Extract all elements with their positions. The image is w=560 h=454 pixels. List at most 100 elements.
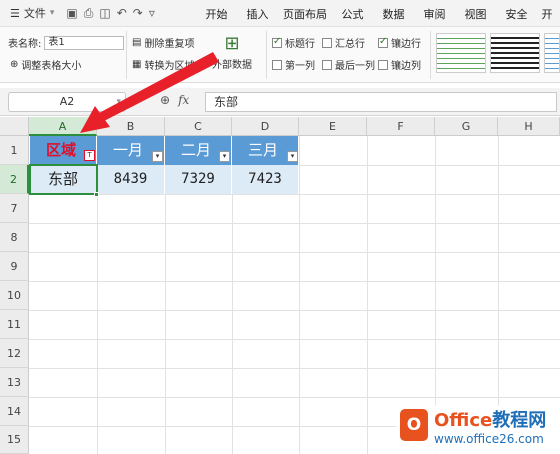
convert-icon: ▦ [132,59,142,70]
column-header[interactable]: D [232,117,299,136]
tab-formulas[interactable]: 公式 [332,6,373,22]
checkbox-icon[interactable] [322,59,332,70]
gridline [29,397,560,398]
fill-handle[interactable] [94,192,99,197]
banded-rows-label: 镶边行 [391,39,421,50]
remove-duplicates-button[interactable]: ▤ 删除重复项 [132,35,194,50]
header-label: 区域 [46,141,77,159]
table-style-blue[interactable] [544,33,560,73]
convert-to-range-button[interactable]: ▦ 转换为区域 [132,57,194,72]
ribbon-divider [266,31,267,79]
row-header[interactable]: 11 [0,310,29,339]
first-column-label: 第一列 [285,61,315,72]
gridline [29,310,560,311]
name-box[interactable]: A2 ▾ [8,92,126,112]
checkbox-icon[interactable] [378,36,388,48]
checkbox-icon[interactable] [272,59,282,70]
banded-rows-checkbox[interactable]: 镶边行 [378,35,421,50]
row-header[interactable]: 8 [0,223,29,252]
file-menu-label[interactable]: 文件 [24,5,46,21]
file-menu[interactable]: ☰ 文件 ▾ [0,5,54,21]
header-label: 二月 [181,141,212,159]
last-column-checkbox[interactable]: 最后一列 [322,57,375,72]
filter-active-icon[interactable]: T [84,150,95,161]
print-preview-icon[interactable]: ◫ [99,6,110,21]
select-all-corner[interactable] [0,117,29,136]
tab-view[interactable]: 视图 [455,6,496,22]
zoom-icon[interactable]: ⊕ [160,93,170,107]
column-header[interactable]: B [97,117,165,136]
gridline [29,368,560,369]
tab-home[interactable]: 开始 [196,6,237,22]
formula-input[interactable]: 东部 [205,92,557,112]
watermark-title: Office教程网 [434,406,546,432]
row-header[interactable]: 7 [0,194,29,223]
table-cell[interactable]: 7423 [232,165,299,194]
print-icon[interactable]: ⎙ [84,6,94,21]
filter-dropdown-icon[interactable]: ▾ [152,151,163,162]
table-name-input[interactable]: 表1 [44,35,125,50]
fx-icon[interactable]: fx [178,93,189,107]
checkbox-icon[interactable] [272,36,282,48]
total-row-checkbox[interactable]: 汇总行 [322,35,365,50]
table-cell[interactable]: 8439 [97,165,165,194]
header-label: 三月 [248,141,279,159]
first-column-checkbox[interactable]: 第一列 [272,57,315,72]
table-name-label: 表名称: [8,39,42,50]
row-header[interactable]: 12 [0,339,29,368]
row-header[interactable]: 14 [0,397,29,426]
table-style-dark[interactable] [490,33,540,73]
resize-table-button[interactable]: ⊕ 调整表格大小 [10,57,81,72]
redo-icon[interactable]: ↷ [133,6,143,21]
row-header[interactable]: 10 [0,281,29,310]
save-icon[interactable]: ▣ [66,6,77,21]
resize-icon: ⊕ [10,59,19,70]
hamburger-icon[interactable]: ☰ [10,7,20,20]
tab-review[interactable]: 审阅 [414,6,455,22]
chevron-down-icon[interactable]: ▾ [50,8,55,18]
column-header[interactable]: F [367,117,435,136]
external-data-button[interactable]: ⊞ 外部数据 [212,33,252,71]
row-header[interactable]: 1 [0,136,29,165]
banded-columns-checkbox[interactable]: 镶边列 [378,57,421,72]
column-header[interactable]: A [29,117,97,136]
remove-duplicates-icon: ▤ [132,37,142,48]
filter-dropdown-icon[interactable]: ▾ [219,151,230,162]
formula-tools: ⊕ fx [160,93,189,107]
undo-icon[interactable]: ↶ [117,6,127,21]
tab-data[interactable]: 数据 [373,6,414,22]
chevron-down-icon[interactable]: ▾ [116,93,121,111]
row-header[interactable]: 9 [0,252,29,281]
active-cell-selection [29,164,98,195]
checkbox-icon[interactable] [322,37,332,48]
table-cell[interactable]: 7329 [165,165,232,194]
banded-columns-label: 镶边列 [391,61,421,72]
tab-security[interactable]: 安全 [496,6,537,22]
tab-overflow[interactable]: 开 [537,6,557,22]
ribbon-divider [126,31,127,79]
row-header[interactable]: 15 [0,426,29,454]
gridline [29,339,560,340]
column-header[interactable]: E [299,117,367,136]
gridline [29,281,560,282]
convert-to-range-label: 转换为区域 [144,61,195,72]
checkbox-icon[interactable] [378,59,388,70]
column-header[interactable]: H [498,117,560,136]
last-column-label: 最后一列 [335,61,375,72]
header-row-checkbox[interactable]: 标题行 [272,35,315,50]
customize-icon[interactable]: ▿ [149,6,155,21]
gridline [299,136,300,454]
row-header[interactable]: 2 [0,165,29,194]
row-header[interactable]: 13 [0,368,29,397]
tab-page-layout[interactable]: 页面布局 [278,6,332,22]
filter-dropdown-icon[interactable]: ▾ [287,151,298,162]
external-data-label: 外部数据 [212,60,252,71]
watermark: O Office教程网 www.office26.com [396,405,560,454]
header-row-label: 标题行 [285,39,315,50]
quick-access-toolbar: ▣ ⎙ ◫ ↶ ↷ ▿ [66,6,154,21]
column-header[interactable]: C [165,117,232,136]
column-header[interactable]: G [435,117,498,136]
table-style-green[interactable] [436,33,486,73]
gridline [29,252,560,253]
tab-insert[interactable]: 插入 [237,6,278,22]
